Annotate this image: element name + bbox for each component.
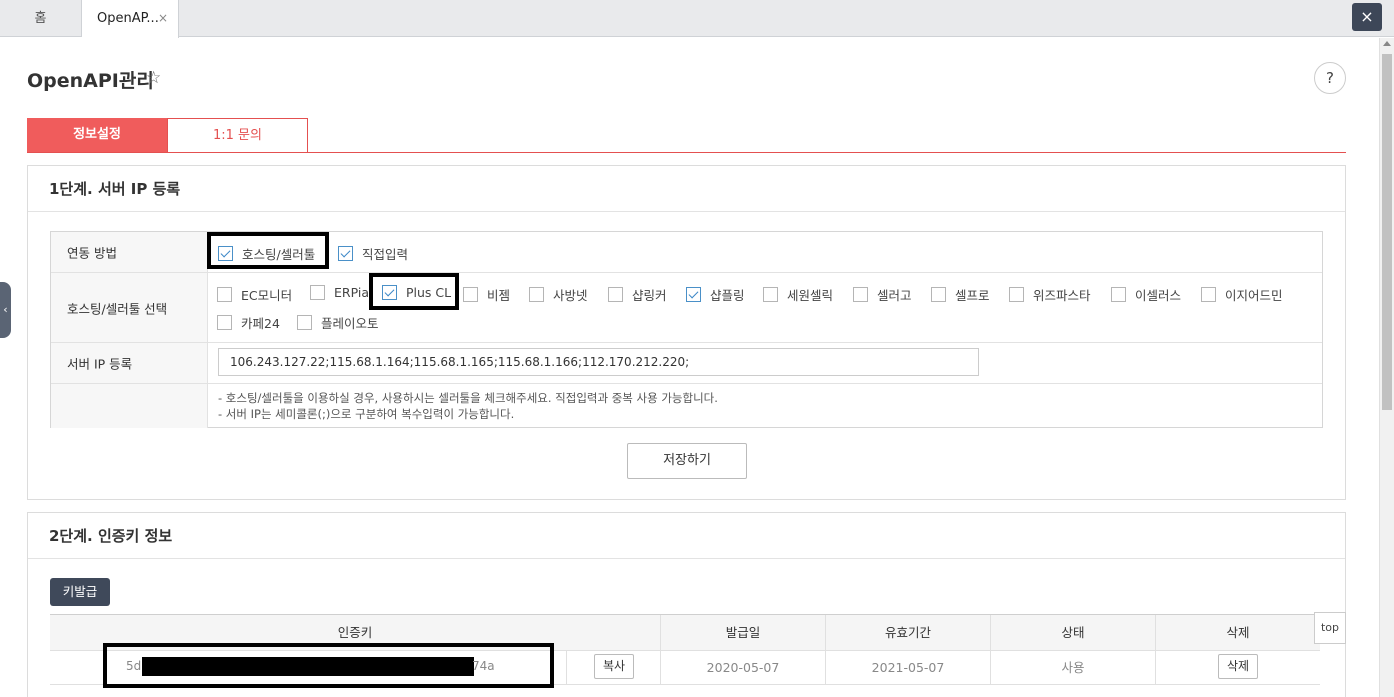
tool-select-label: 호스팅/셀러툴 선택	[67, 301, 168, 316]
tool-checkbox[interactable]: 플레이오토	[297, 313, 379, 332]
checkbox-icon[interactable]	[529, 287, 544, 302]
tool-checkbox[interactable]: 카페24	[217, 313, 280, 332]
checkbox-label: 직접입력	[362, 247, 409, 262]
highlight-box	[207, 232, 329, 269]
form-label-empty	[51, 384, 208, 428]
issued-date: 2020-05-07	[661, 651, 826, 685]
column-header: 삭제	[1156, 615, 1320, 651]
checkbox-label: 샵링커	[632, 288, 667, 303]
scroll-up-icon[interactable]	[1383, 41, 1391, 46]
tool-checkbox[interactable]: 이지어드민	[1201, 285, 1283, 304]
checkbox-checked-icon[interactable]	[338, 246, 353, 261]
tool-checkbox[interactable]: 샵플링	[686, 285, 745, 304]
method-label: 연동 방법	[67, 245, 117, 261]
checkbox-label: 카페24	[241, 316, 280, 331]
checkbox-icon[interactable]	[608, 287, 623, 302]
checkbox-icon[interactable]	[1111, 287, 1126, 302]
scroll-top-button[interactable]: top	[1314, 612, 1346, 644]
note-text: - 호스팅/셀러툴을 이용하실 경우, 사용하시는 셀러툴을 체크해주세요. 직…	[218, 391, 718, 405]
checkbox-label: 플레이오토	[321, 316, 379, 331]
form-label: 연동 방법	[51, 232, 208, 272]
checkbox-icon[interactable]	[217, 315, 232, 330]
column-header: 상태	[991, 615, 1156, 651]
tool-checkbox[interactable]: 사방넷	[529, 285, 588, 304]
server-ip-input[interactable]	[218, 348, 979, 376]
form-row-tools: 호스팅/셀러툴 선택	[51, 273, 1322, 343]
highlight-box	[369, 273, 459, 310]
step1-title: 1단계. 서버 IP 등록	[49, 180, 181, 198]
page-title: OpenAPI관리	[27, 70, 154, 92]
checkbox-icon[interactable]	[1009, 287, 1024, 302]
issue-key-button[interactable]: 키발급	[50, 578, 110, 606]
save-button[interactable]: 저장하기	[627, 443, 747, 479]
tool-checkbox[interactable]: 샵링커	[608, 285, 667, 304]
tool-checkbox[interactable]: 셀프로	[931, 285, 990, 304]
checkbox-label: 셀러고	[877, 288, 912, 303]
tool-checkbox[interactable]: 비젬	[463, 285, 510, 304]
vertical-scrollbar[interactable]	[1379, 38, 1394, 697]
checkbox-label: EC모니터	[241, 288, 293, 303]
scroll-thumb[interactable]	[1382, 54, 1392, 410]
tool-checkbox[interactable]: EC모니터	[217, 285, 292, 304]
checkbox-label: ERPia	[334, 285, 369, 300]
tab-close-icon[interactable]: ×	[158, 0, 168, 37]
checkbox-icon[interactable]	[463, 287, 478, 302]
window-close-button[interactable]: ×	[1352, 3, 1382, 31]
checkbox-icon[interactable]	[1201, 287, 1216, 302]
column-header: 유효기간	[826, 615, 991, 651]
divider	[28, 558, 1345, 559]
checkbox-label: 위즈파스타	[1033, 288, 1091, 303]
checkbox-label: 이지어드민	[1225, 288, 1283, 303]
highlight-box	[103, 643, 554, 688]
checkbox-icon[interactable]	[217, 287, 232, 302]
step2-title: 2단계. 인증키 정보	[49, 527, 173, 545]
checkbox-icon[interactable]	[297, 315, 312, 330]
checkbox-label: 세원셀릭	[787, 288, 834, 303]
tool-checkbox[interactable]: 세원셀릭	[763, 285, 833, 304]
tab-bar: 홈 OpenAP... × ×	[0, 0, 1394, 38]
method-direct-checkbox[interactable]: 직접입력	[338, 244, 408, 263]
tab-info-settings[interactable]: 정보설정	[27, 118, 167, 153]
help-button[interactable]: ?	[1314, 62, 1346, 94]
checkbox-icon[interactable]	[853, 287, 868, 302]
tool-checkbox[interactable]: ERPia	[310, 285, 369, 300]
checkbox-label: 셀프로	[955, 288, 990, 303]
form-label: 서버 IP 등록	[51, 343, 208, 383]
checkbox-label: 샵플링	[710, 288, 745, 303]
tool-checkbox[interactable]: 위즈파스타	[1009, 285, 1091, 304]
tab-openapi-label: OpenAP...	[97, 11, 159, 26]
checkbox-label: 사방넷	[553, 288, 588, 303]
checkbox-checked-icon[interactable]	[686, 287, 701, 302]
checkbox-icon[interactable]	[931, 287, 946, 302]
star-icon[interactable]: ☆	[146, 68, 161, 88]
form-label: 호스팅/셀러툴 선택	[51, 273, 208, 342]
tab-home[interactable]: 홈	[0, 0, 82, 37]
sidebar-collapse-handle[interactable]: ‹	[0, 282, 11, 338]
checkbox-icon[interactable]	[763, 287, 778, 302]
expiry-date: 2021-05-07	[826, 651, 991, 685]
chevron-left-icon: ‹	[3, 303, 8, 316]
server-ip-label: 서버 IP 등록	[67, 356, 133, 372]
divider	[28, 211, 1345, 212]
status-text: 사용	[991, 651, 1156, 685]
checkbox-label: 비젬	[487, 288, 511, 303]
tool-checkbox[interactable]: 이셀러스	[1111, 285, 1181, 304]
tab-inquiry[interactable]: 1:1 문의	[167, 118, 308, 153]
tab-underline	[27, 152, 1346, 153]
checkbox-icon[interactable]	[310, 285, 325, 300]
tool-checkbox[interactable]: 셀러고	[853, 285, 912, 304]
copy-key-button[interactable]: 복사	[594, 654, 634, 679]
note-text: - 서버 IP는 세미콜론(;)으로 구분하여 복수입력이 가능합니다.	[218, 407, 515, 421]
tab-openapi[interactable]: OpenAP... ×	[82, 0, 179, 38]
column-header: 발급일	[661, 615, 826, 651]
checkbox-label: 이셀러스	[1135, 288, 1182, 303]
delete-key-button[interactable]: 삭제	[1218, 654, 1258, 679]
